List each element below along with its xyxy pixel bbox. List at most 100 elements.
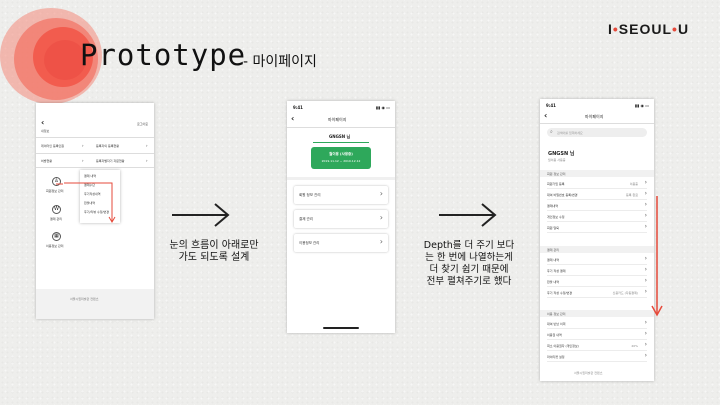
phone-before: ‹ 로그아웃 내정보 데이터인 등록인원 › 등록자의 등록현황 › 처방현황 … <box>36 103 154 319</box>
logo-right: U <box>677 21 690 37</box>
list-row[interactable]: 대여 반납 이력 › <box>547 319 647 329</box>
row-label: 결제 내역 <box>547 258 559 262</box>
arrow-right-icon <box>439 203 497 227</box>
chevron-right-icon: › <box>644 341 647 348</box>
caption-line: 가도 되도록 설계 <box>178 252 250 263</box>
row-label: 결제내역 <box>547 204 559 208</box>
list-row[interactable]: 결제내역 › <box>547 201 647 211</box>
list-row[interactable]: 최소 이용권자 (개인정보) 20% › <box>547 341 647 351</box>
footer-text: 서울시립미술관 컨텐츠 <box>574 371 603 375</box>
chevron-right-icon: › <box>644 255 647 262</box>
chevron-right-icon: › <box>644 352 647 359</box>
menu-card-label: 회원 정보 관리 <box>299 193 321 197</box>
divider <box>540 123 654 124</box>
eye-flow-annotation <box>56 182 116 223</box>
caption-line: Depth를 더 주기 보다 <box>423 240 515 251</box>
chevron-right-icon: › <box>644 190 647 197</box>
chevron-right-icon: › <box>644 201 647 208</box>
chevron-right-icon: › <box>644 277 647 284</box>
section-title: 결제 관리 <box>547 248 559 252</box>
row-value: 신용카드 (자동결제) <box>612 291 638 295</box>
caption-left: 눈의 흐름이 아래로만 가도 되도록 설계 <box>159 240 269 264</box>
footer-bar: 서울시립미술관 컨텐츠 <box>36 289 154 319</box>
row-label: 대여 비밀번호 등록/변경 <box>547 193 578 197</box>
ticket-date: 2019.11.12 ~ 2019.12.12 <box>321 159 361 163</box>
list-row[interactable]: 회원 탈퇴 › <box>547 223 647 233</box>
caption-line: 는 한 번에 나열하는게 <box>425 252 513 263</box>
phone-mid: 9:41 ▮▮ ◉ ▭ ‹ 마이페이지 GNGSN 님 월이용 (사용중) 20… <box>287 101 395 333</box>
status-time: 9:41 <box>293 105 303 110</box>
row-label: 개인정보 수정 <box>547 215 565 219</box>
i-seoul-u-logo: I•SEOUL•U <box>608 21 689 37</box>
phone-after: 9:41 ▮▮ ◉ ▭ ‹ 마이페이지 ⌕ 검색어를 입력하세요 GNGSN 님… <box>540 99 654 381</box>
section-header: 결제 관리 <box>540 246 654 253</box>
menu-card-label: 이용정보 관리 <box>299 241 320 245</box>
ticket-card[interactable]: 월이용 (사용중) 2019.11.12 ~ 2019.12.12 <box>311 147 371 169</box>
list-row[interactable]: 마이티켓 설정 › <box>547 352 647 362</box>
menu-card[interactable]: 회원 정보 관리 › <box>294 186 388 204</box>
ticket-title: 월이용 (사용중) <box>329 152 353 156</box>
list-row[interactable]: 후기 작성 결제 › <box>547 266 647 276</box>
status-time: 9:41 <box>546 103 556 108</box>
row-value: 이용중 <box>629 182 638 186</box>
user-status: 월이용 사용중 <box>548 158 566 162</box>
caption-line: 더 찾기 쉽기 때문에 <box>429 264 509 275</box>
user-underline <box>313 142 369 143</box>
section-header: 이용 정보 관리 <box>540 310 654 317</box>
section-gap <box>287 177 395 180</box>
scroll-down-annotation <box>651 196 663 317</box>
menu-card[interactable]: 이용정보 관리 › <box>294 234 388 252</box>
chevron-right-icon: › <box>644 330 647 337</box>
row-label: 후기 작성 수정/변경 <box>547 291 572 295</box>
page-subtitle: - 마이페이지 <box>243 54 317 70</box>
divider <box>287 127 395 128</box>
section-title: 회원 정보 관리 <box>547 172 566 176</box>
chevron-right-icon: › <box>379 213 383 222</box>
chevron-right-icon: › <box>644 179 647 186</box>
row-label: 대여 반납 이력 <box>547 322 566 326</box>
chevron-right-icon: › <box>644 319 647 326</box>
user-name: GNGSN 님 <box>548 151 575 157</box>
status-icons: ▮▮ ◉ ▭ <box>375 105 390 110</box>
row-label: 마이티켓 설정 <box>547 355 565 359</box>
menu-card-label: 결제 관리 <box>299 217 313 221</box>
row-value: 등록 완료 <box>626 193 638 197</box>
row-label: 이용권 내역 <box>547 333 562 337</box>
list-row[interactable]: 환불 내역 › <box>547 277 647 287</box>
chevron-right-icon: › <box>644 223 647 230</box>
chevron-right-icon: › <box>644 212 647 219</box>
row-label: 최소 이용권자 (개인정보) <box>547 344 579 348</box>
status-icons: ▮▮ ◉ ▭ <box>634 103 649 108</box>
list-row[interactable]: 후기 작성 수정/변경 신용카드 (자동결제) › <box>547 288 647 298</box>
section-title: 이용 정보 관리 <box>547 312 566 316</box>
page-title: Prototype <box>80 38 247 72</box>
back-chevron-icon[interactable]: ‹ <box>291 114 294 123</box>
back-chevron-icon[interactable]: ‹ <box>544 111 547 120</box>
caption-right: Depth를 더 주기 보다 는 한 번에 나열하는게 더 찾기 쉽기 때문에 … <box>409 240 529 288</box>
search-placeholder: 검색어를 입력하세요 <box>557 131 583 135</box>
list-row[interactable]: 대여 비밀번호 등록/변경 등록 완료 › <box>547 190 647 200</box>
user-name: GNGSN 님 <box>329 134 351 139</box>
row-label: 회원 탈퇴 <box>547 226 559 230</box>
chevron-right-icon: › <box>379 189 383 198</box>
home-indicator <box>323 327 359 329</box>
list-row[interactable]: 개인정보 수정 › <box>547 212 647 222</box>
logo-middle: SEOUL <box>618 21 673 37</box>
chevron-right-icon: › <box>379 237 383 246</box>
arrow-right-icon <box>172 203 230 227</box>
chevron-right-icon: › <box>644 266 647 273</box>
list-row[interactable]: 결제 내역 › <box>547 255 647 265</box>
row-value: 20% <box>631 344 638 348</box>
menu-card[interactable]: 결제 관리 › <box>294 210 388 228</box>
row-label: 환불 내역 <box>547 280 559 284</box>
caption-line: 전부 펼쳐주기로 했다 <box>426 276 512 287</box>
list-row[interactable]: 회원가입 등록 이용중 › <box>547 179 647 189</box>
row-label: 후기 작성 결제 <box>547 269 566 273</box>
list-row[interactable]: 이용권 내역 › <box>547 330 647 340</box>
footer-text: 서울시립미술관 컨텐츠 <box>70 297 99 301</box>
section-header: 회원 정보 관리 <box>540 170 654 177</box>
caption-line: 눈의 흐름이 아래로만 <box>169 240 259 251</box>
search-input[interactable]: ⌕ 검색어를 입력하세요 <box>547 128 647 137</box>
screen-title: 마이페이지 <box>328 117 347 122</box>
chevron-right-icon: › <box>644 288 647 295</box>
